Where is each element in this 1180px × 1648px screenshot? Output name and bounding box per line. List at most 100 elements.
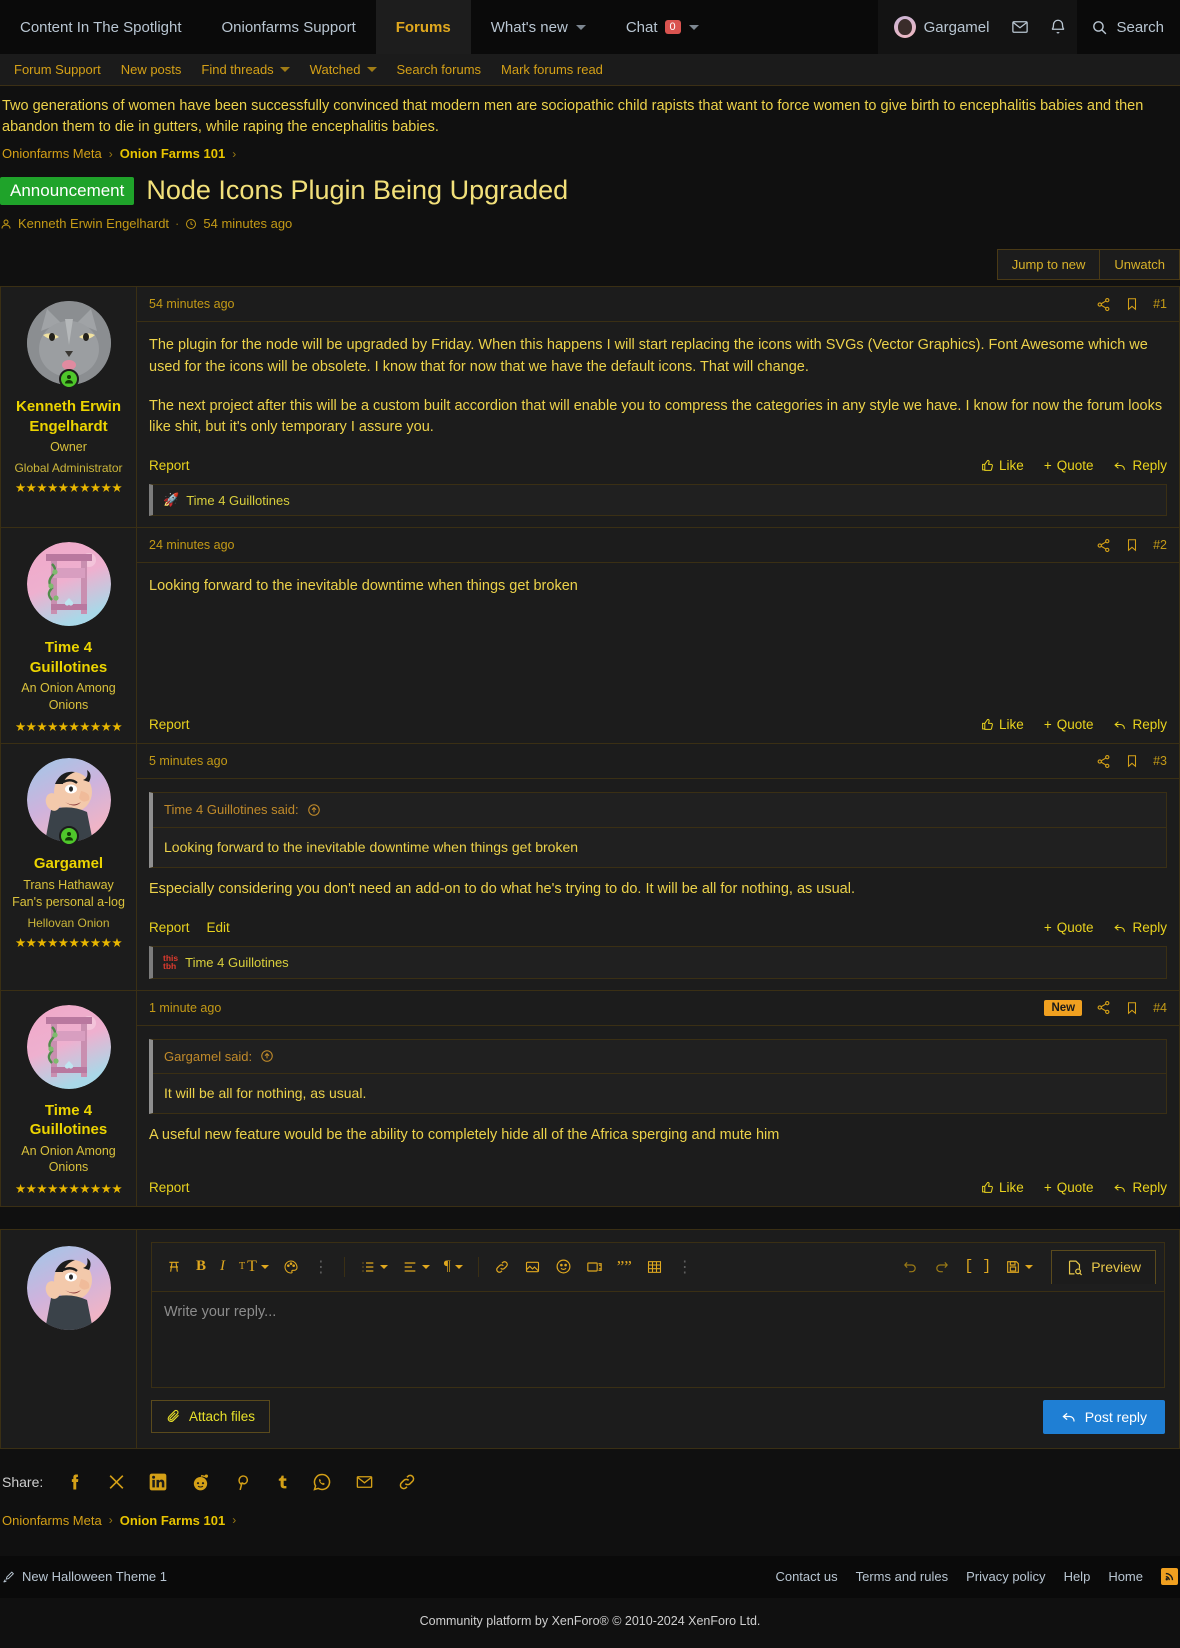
more-inline-icon[interactable]: ⋮ <box>307 1257 335 1277</box>
tumblr-icon[interactable] <box>274 1471 290 1493</box>
report-link[interactable]: Report <box>149 717 190 732</box>
nav-item-whats-new[interactable]: What's new <box>471 0 606 54</box>
italic-icon[interactable]: I <box>214 1254 231 1279</box>
footer-link-contact-us[interactable]: Contact us <box>775 1569 837 1584</box>
post-number[interactable]: #3 <box>1153 754 1167 768</box>
subnav-item-mark-forums-read[interactable]: Mark forums read <box>491 62 613 77</box>
subnav-item-find-threads[interactable]: Find threads <box>191 62 299 77</box>
unwatch-button[interactable]: Unwatch <box>1100 249 1180 281</box>
quote-button[interactable]: + Quote <box>1044 920 1094 935</box>
breadcrumb-root[interactable]: Onionfarms Meta <box>2 146 102 161</box>
post-time[interactable]: 1 minute ago <box>149 1001 221 1015</box>
nav-item-content-in-the-spotlight[interactable]: Content In The Spotlight <box>0 0 202 54</box>
footer-link-help[interactable]: Help <box>1064 1569 1091 1584</box>
post-time[interactable]: 54 minutes ago <box>149 297 234 311</box>
draft-icon[interactable] <box>999 1255 1039 1279</box>
search-button[interactable]: Search <box>1077 0 1180 54</box>
media-icon[interactable] <box>580 1255 609 1279</box>
like-button[interactable]: Like <box>981 1180 1024 1195</box>
style-chooser[interactable]: New Halloween Theme 1 <box>2 1569 167 1584</box>
email-icon[interactable] <box>354 1473 375 1491</box>
report-link[interactable]: Report <box>149 458 190 473</box>
redo-icon[interactable] <box>927 1255 956 1279</box>
footer-link-terms-and-rules[interactable]: Terms and rules <box>856 1569 948 1584</box>
link-icon[interactable] <box>488 1255 516 1279</box>
linkedin-icon[interactable] <box>148 1472 168 1492</box>
table-icon[interactable] <box>640 1255 669 1279</box>
post-author-name[interactable]: Time 4 Guillotines <box>9 638 128 677</box>
breadcrumb-node[interactable]: Onion Farms 101 <box>120 146 225 161</box>
avatar[interactable] <box>26 758 111 847</box>
rss-icon[interactable] <box>1161 1568 1178 1586</box>
reply-button[interactable]: Reply <box>1113 458 1167 473</box>
subnav-item-watched[interactable]: Watched <box>300 62 387 77</box>
nav-item-forums[interactable]: Forums <box>375 0 471 54</box>
reaction-users[interactable]: Time 4 Guillotines <box>185 955 289 970</box>
report-link[interactable]: Report <box>149 920 190 935</box>
whatsapp-icon[interactable] <box>312 1472 332 1492</box>
quote-button[interactable]: + Quote <box>1044 1180 1094 1195</box>
footer-link-privacy-policy[interactable]: Privacy policy <box>966 1569 1045 1584</box>
envelope-icon[interactable] <box>1001 0 1040 54</box>
report-link[interactable]: Report <box>149 1180 190 1195</box>
facebook-icon[interactable] <box>65 1471 85 1493</box>
post-time[interactable]: 24 minutes ago <box>149 538 234 552</box>
preview-button[interactable]: Preview <box>1051 1249 1156 1284</box>
post-number[interactable]: #2 <box>1153 538 1167 552</box>
thread-author[interactable]: Kenneth Erwin Engelhardt <box>18 216 169 231</box>
bell-icon[interactable] <box>1039 0 1078 54</box>
nav-item-chat[interactable]: Chat 0 <box>606 0 719 54</box>
code-icon[interactable]: [ ] <box>958 1254 997 1279</box>
reply-button[interactable]: Reply <box>1113 1180 1167 1195</box>
bookmark-icon[interactable] <box>1125 753 1139 769</box>
avatar[interactable] <box>26 542 111 627</box>
reaction-bar[interactable]: this tbh Time 4 Guillotines <box>149 945 1167 979</box>
smilie-icon[interactable] <box>549 1254 578 1279</box>
share-icon[interactable] <box>1096 297 1111 312</box>
quote-icon[interactable]: ”” <box>611 1253 638 1281</box>
jump-to-quote-icon[interactable] <box>260 1049 274 1063</box>
post-author-name[interactable]: Kenneth Erwin Engelhardt <box>9 397 128 436</box>
thread-time[interactable]: 54 minutes ago <box>203 216 292 231</box>
edit-link[interactable]: Edit <box>207 920 230 935</box>
account-menu[interactable]: Gargamel <box>877 0 1002 54</box>
quote-button[interactable]: + Quote <box>1044 717 1094 732</box>
breadcrumb-root[interactable]: Onionfarms Meta <box>2 1513 102 1528</box>
pinterest-icon[interactable] <box>233 1471 252 1493</box>
footer-link-home[interactable]: Home <box>1108 1569 1143 1584</box>
nav-item-onionfarms-support[interactable]: Onionfarms Support <box>202 0 376 54</box>
subnav-item-new-posts[interactable]: New posts <box>111 62 192 77</box>
list-icon[interactable] <box>354 1255 394 1279</box>
reddit-icon[interactable] <box>190 1472 211 1492</box>
more-block-icon[interactable]: ⋮ <box>671 1257 699 1277</box>
share-icon[interactable] <box>1096 1000 1111 1015</box>
reply-button[interactable]: Reply <box>1113 920 1167 935</box>
post-reply-button[interactable]: Post reply <box>1042 1399 1165 1434</box>
bold-icon[interactable]: B <box>190 1254 212 1279</box>
post-number[interactable]: #4 <box>1153 1001 1167 1015</box>
font-size-icon[interactable]: TT <box>233 1254 275 1280</box>
post-author-name[interactable]: Time 4 Guillotines <box>9 1101 128 1140</box>
subnav-item-forum-support[interactable]: Forum Support <box>4 62 111 77</box>
like-button[interactable]: Like <box>981 458 1024 473</box>
post-time[interactable]: 5 minutes ago <box>149 754 228 768</box>
breadcrumb-node[interactable]: Onion Farms 101 <box>120 1513 225 1528</box>
reply-textarea[interactable]: Write your reply... <box>151 1291 1165 1388</box>
text-color-icon[interactable] <box>277 1255 305 1279</box>
avatar[interactable] <box>26 1004 111 1089</box>
reaction-users[interactable]: Time 4 Guillotines <box>186 493 290 508</box>
reaction-bar[interactable]: 🚀 Time 4 Guillotines <box>149 484 1167 517</box>
bookmark-icon[interactable] <box>1125 1000 1139 1016</box>
share-icon[interactable] <box>1096 538 1111 553</box>
quote-button[interactable]: + Quote <box>1044 458 1094 473</box>
thread-prefix-badge[interactable]: Announcement <box>0 176 135 205</box>
bookmark-icon[interactable] <box>1125 296 1139 312</box>
link-icon[interactable] <box>397 1472 417 1492</box>
post-number[interactable]: #1 <box>1153 297 1167 311</box>
jump-to-quote-icon[interactable] <box>307 803 321 817</box>
post-author-name[interactable]: Gargamel <box>9 854 128 874</box>
subnav-item-search-forums[interactable]: Search forums <box>387 62 492 77</box>
attach-files-button[interactable]: Attach files <box>151 1400 271 1434</box>
avatar[interactable] <box>26 301 111 390</box>
x-icon[interactable] <box>107 1472 126 1492</box>
